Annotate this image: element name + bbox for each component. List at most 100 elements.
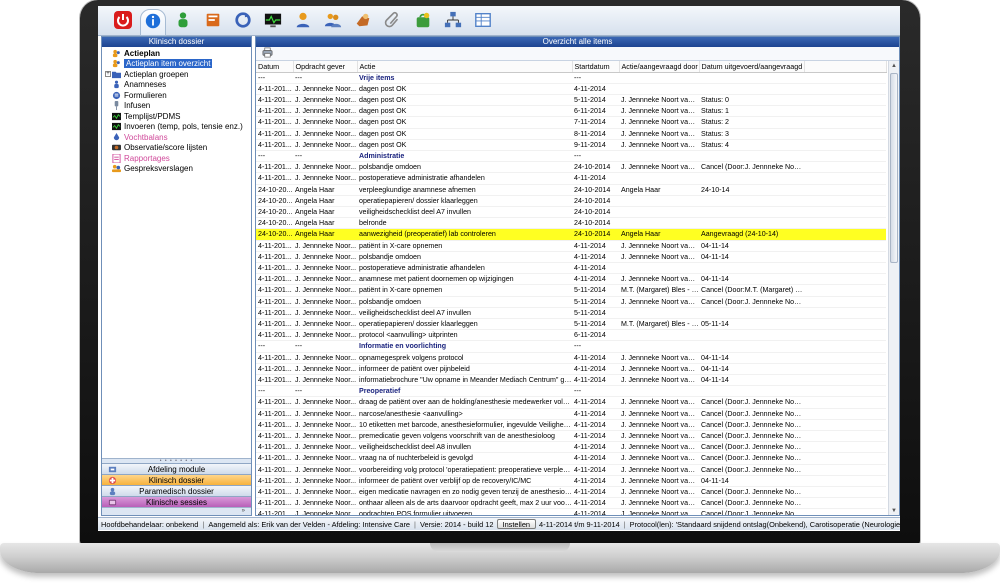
- cell-aangevraagd-door: J. Jennneke Noort van ...: [619, 441, 699, 454]
- tree-item-observatie-score-lijsten[interactable]: Observatie/score lijsten: [102, 143, 251, 154]
- cell-actie: dagen post OK: [357, 83, 572, 95]
- cell-opdracht-gever: ---: [293, 72, 357, 84]
- toolbar-button-network[interactable]: [440, 9, 466, 33]
- nav-paramedisch-dossier[interactable]: Paramedisch dossier: [102, 485, 251, 496]
- toolbar-button-monitor[interactable]: [260, 9, 286, 33]
- toolbar-button-user-group[interactable]: [320, 9, 346, 33]
- table-row[interactable]: 4-11-201... J. Jennneke Noor... operatiepa…: [256, 318, 886, 331]
- tree-item-vochtbalans[interactable]: Vochtbalans: [102, 132, 251, 143]
- nav-paramedisch-label: Paramedisch dossier: [139, 486, 214, 496]
- cell-datum: ---: [256, 72, 293, 84]
- table-row[interactable]: 4-11-201... J. Jennneke Noor... onthaar al…: [256, 497, 886, 510]
- tree-item-infusen[interactable]: Infusen: [102, 101, 251, 112]
- cell-datum-uitgevoerd: [699, 150, 804, 163]
- cell-datum-uitgevoerd: 04-11-14: [699, 240, 804, 252]
- nav-klinisch-dossier[interactable]: Klinisch dossier: [102, 474, 251, 485]
- table-row[interactable]: 4-11-201... J. Jennneke Noor... 10 etikett…: [256, 419, 886, 432]
- column-header-datum[interactable]: Datum: [256, 61, 294, 73]
- items-table: Datum Opdracht gever Actie Startdatum Ac…: [256, 61, 887, 515]
- table-row[interactable]: 4-11-201... J. Jennneke Noor... polsbandje…: [256, 161, 886, 174]
- table-row[interactable]: 4-11-201... J. Jennneke Noor... veiligheid…: [256, 441, 886, 454]
- instellen-button[interactable]: Instellen: [496, 519, 537, 529]
- scrollbar-thumb[interactable]: [890, 73, 898, 263]
- toolbar-button-bag[interactable]: [410, 9, 436, 33]
- table-row[interactable]: 4-11-201... J. Jennneke Noor... protocol <…: [256, 329, 886, 342]
- toolbar-button-paperclip[interactable]: [380, 9, 406, 33]
- cell-startdatum: 4-11-2014: [572, 374, 619, 387]
- print-icon[interactable]: [262, 47, 273, 60]
- table-row[interactable]: 4-11-201... J. Jennneke Noor... dagen post…: [256, 105, 886, 118]
- table-row[interactable]: 4-11-201... J. Jennneke Noor... draag de p…: [256, 396, 886, 409]
- tree-item-anamneses[interactable]: Anamneses: [102, 80, 251, 91]
- cell-datum-uitgevoerd: [699, 217, 804, 230]
- table-row[interactable]: 4-11-201... J. Jennneke Noor... patiënt in…: [256, 240, 886, 252]
- nav-afdeling-module[interactable]: Afdeling module: [102, 463, 251, 474]
- tree-item-invoeren-temp-pols-tensie-enz[interactable]: Invoeren (temp, pols, tensie enz.): [102, 122, 251, 133]
- tree-item-actieplan-item-overzicht[interactable]: Actieplan item overzicht: [102, 59, 251, 70]
- toolbar-button-book[interactable]: [200, 9, 226, 33]
- table-row[interactable]: 4-11-201... J. Jennneke Noor... informeer …: [256, 363, 886, 375]
- table-row[interactable]: 4-11-201... J. Jennneke Noor... informatie…: [256, 374, 886, 387]
- table-row[interactable]: 4-11-201... J. Jennneke Noor... polsbandje…: [256, 296, 886, 308]
- status-protocol: Protocol(len): 'Standaard snijdend ontsl…: [629, 519, 900, 529]
- table-row[interactable]: 4-11-201... J. Jennneke Noor... dagen post…: [256, 116, 886, 129]
- table-row[interactable]: 4-11-201... J. Jennneke Noor... opnamegesp…: [256, 352, 886, 364]
- table-row[interactable]: 4-11-201... J. Jennneke Noor... polsbandje…: [256, 251, 886, 263]
- table-row[interactable]: 4-11-201... J. Jennneke Noor... vraag na o…: [256, 452, 886, 465]
- toolbar-button-refresh[interactable]: [230, 9, 256, 33]
- column-header-aangevraagd-door[interactable]: Actie/aangevraagd door: [619, 61, 700, 73]
- toolbar-button-info[interactable]: [140, 8, 166, 36]
- group-row[interactable]: --- --- Administratie ---: [256, 150, 886, 163]
- table-row[interactable]: 4-11-201... J. Jennneke Noor... anamnese m…: [256, 273, 886, 286]
- table-row[interactable]: 4-11-201... J. Jennneke Noor... informeer …: [256, 475, 886, 488]
- scroll-up-icon[interactable]: ▲: [889, 61, 899, 71]
- table-row[interactable]: 24-10-20... Angela Haar operatiepapieren/ …: [256, 195, 886, 207]
- table-row[interactable]: 4-11-201... J. Jennneke Noor... dagen post…: [256, 128, 886, 140]
- tree-item-templijst-pdms[interactable]: Templijst/PDMS: [102, 111, 251, 122]
- table-row[interactable]: 4-11-201... J. Jennneke Noor... opdrachten…: [256, 508, 886, 515]
- group-row[interactable]: --- --- Informatie en voorlichting ---: [256, 340, 886, 353]
- table-row[interactable]: 4-11-201... J. Jennneke Noor... premedicat…: [256, 430, 886, 443]
- expand-icon[interactable]: +: [105, 71, 111, 78]
- tree-item-actieplan[interactable]: Actieplan: [102, 48, 251, 59]
- cell-filler: [804, 408, 886, 420]
- nav-klinische-sessies[interactable]: Klinische sessies: [102, 496, 251, 507]
- toolbar-button-hand[interactable]: [350, 9, 376, 33]
- column-header-startdatum[interactable]: Startdatum: [572, 61, 620, 73]
- column-header-opdracht-gever[interactable]: Opdracht gever: [293, 61, 358, 73]
- group-row[interactable]: --- --- Preoperatief ---: [256, 385, 886, 398]
- table-row[interactable]: 4-11-201... J. Jennneke Noor... dagen post…: [256, 83, 886, 95]
- cell-datum-uitgevoerd: Cancel (Door:J. Jennneke Noort ...: [699, 296, 804, 308]
- toolbar-button-person[interactable]: [170, 9, 196, 33]
- table-row[interactable]: 4-11-201... J. Jennneke Noor... veiligheid…: [256, 307, 886, 319]
- column-header-datum-uitgevoerd[interactable]: Datum uitgevoerd/aangevraagd: [699, 61, 805, 73]
- cell-aangevraagd-door: J. Jennneke Noort van ...: [619, 396, 699, 409]
- tree-item-formulieren[interactable]: Formulieren: [102, 90, 251, 101]
- toolbar-button-user[interactable]: [290, 9, 316, 33]
- tree-item-actieplan-groepen[interactable]: + Actieplan groepen: [102, 69, 251, 80]
- table-row[interactable]: 24-10-20... Angela Haar aanwezigheid (preo…: [256, 228, 886, 241]
- vertical-scrollbar[interactable]: ▲ ▼: [888, 61, 899, 515]
- table-row[interactable]: 24-10-20... Angela Haar veiligheidscheckli…: [256, 206, 886, 219]
- table-row[interactable]: 24-10-20... Angela Haar verpleegkundige an…: [256, 184, 886, 196]
- table-row[interactable]: 24-10-20... Angela Haar belronde 24-10-2014: [256, 217, 886, 230]
- table-row[interactable]: 4-11-201... J. Jennneke Noor... voorbereid…: [256, 464, 886, 476]
- table-row[interactable]: 4-11-201... J. Jennneke Noor... dagen post…: [256, 139, 886, 151]
- tree-item-rapportages[interactable]: Rapportages: [102, 153, 251, 164]
- scroll-down-icon[interactable]: ▼: [889, 506, 899, 515]
- table-row[interactable]: 4-11-201... J. Jennneke Noor... narcose/an…: [256, 408, 886, 420]
- toolbar-button-table[interactable]: [470, 9, 496, 33]
- table-row[interactable]: 4-11-201... J. Jennneke Noor... patiënt in…: [256, 284, 886, 297]
- cell-aangevraagd-door: J. Jennneke Noort van ...: [619, 251, 699, 263]
- tree-item-gespreksverslagen[interactable]: Gespreksverslagen: [102, 164, 251, 175]
- table-row[interactable]: 4-11-201... J. Jennneke Noor... dagen post…: [256, 94, 886, 107]
- cell-opdracht-gever: J. Jennneke Noor...: [293, 83, 357, 95]
- table-row[interactable]: 4-11-201... J. Jennneke Noor... eigen medi…: [256, 486, 886, 499]
- column-header-actie[interactable]: Actie: [357, 61, 573, 73]
- toolbar-button-power[interactable]: [110, 9, 136, 33]
- table-row[interactable]: 4-11-201... J. Jennneke Noor... postoperat…: [256, 262, 886, 275]
- navigation-config-button[interactable]: »: [102, 507, 251, 515]
- cell-datum: 4-11-201...: [256, 363, 293, 375]
- table-row[interactable]: 4-11-201... J. Jennneke Noor... postoperat…: [256, 172, 886, 185]
- group-row[interactable]: --- --- Vrije items ---: [256, 72, 886, 84]
